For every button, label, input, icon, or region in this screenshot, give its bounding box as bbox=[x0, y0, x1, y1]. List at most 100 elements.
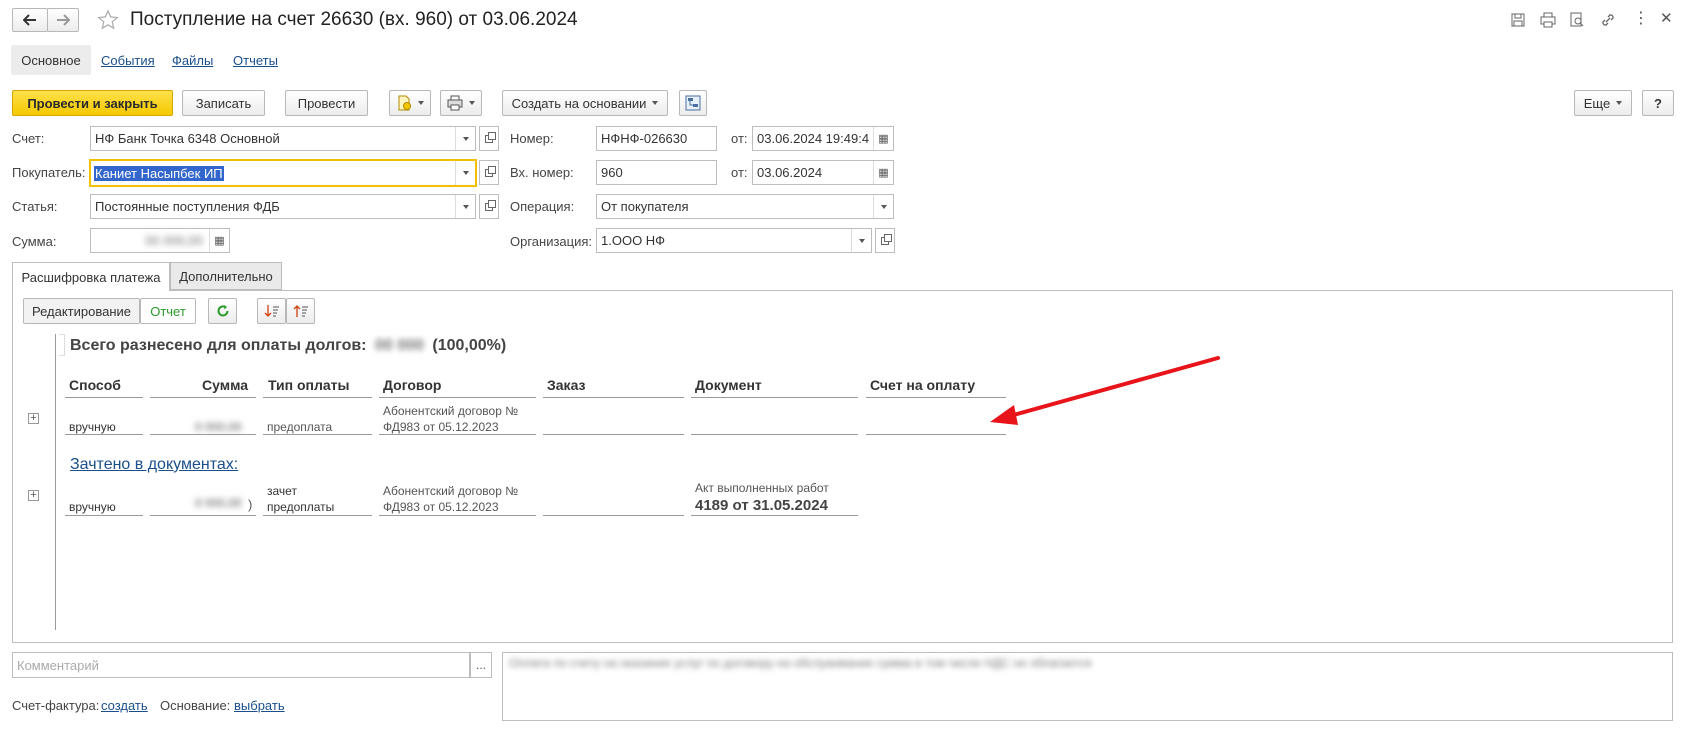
report-mode-button[interactable]: Отчет bbox=[140, 298, 196, 324]
printer-icon bbox=[447, 95, 463, 111]
summary-line: Всего разнесено для оплаты долгов: 00 00… bbox=[70, 337, 507, 354]
in-number-field[interactable]: 960 bbox=[596, 160, 717, 185]
buyer-field[interactable]: Каниет Насыпбек ИП bbox=[89, 159, 477, 187]
preview-icon[interactable] bbox=[1569, 12, 1585, 28]
row-underline bbox=[691, 515, 858, 516]
sort-asc-button[interactable] bbox=[286, 298, 315, 324]
refresh-icon bbox=[217, 305, 228, 317]
tab-files[interactable]: Файлы bbox=[172, 53, 213, 68]
row-underline bbox=[866, 434, 1006, 435]
forward-button[interactable] bbox=[47, 8, 79, 32]
link-icon[interactable] bbox=[1600, 12, 1616, 28]
payment-purpose-box[interactable]: Оплата по счету на оказание услуг по дог… bbox=[502, 652, 1673, 721]
save-icon[interactable] bbox=[1510, 12, 1526, 28]
tab-main[interactable]: Основное bbox=[11, 45, 91, 75]
dropdown-icon[interactable] bbox=[455, 195, 475, 218]
open-icon bbox=[485, 199, 496, 211]
row2-sum-suffix: ) bbox=[248, 497, 253, 512]
col-contract: Договор bbox=[383, 377, 442, 393]
tab-reports[interactable]: Отчеты bbox=[233, 53, 278, 68]
tab-events[interactable]: События bbox=[101, 53, 155, 68]
refresh-button[interactable] bbox=[208, 298, 237, 324]
account-label: Счет: bbox=[12, 131, 45, 146]
row2-type-line1: зачет bbox=[267, 484, 297, 498]
report-scroll-edge bbox=[59, 334, 65, 356]
operation-label: Операция: bbox=[510, 199, 575, 214]
print-icon[interactable] bbox=[1540, 12, 1556, 28]
row1-sum: 0 000,00 bbox=[195, 420, 242, 434]
buyer-open-button[interactable] bbox=[479, 160, 499, 185]
col-payment-type: Тип оплаты bbox=[268, 377, 350, 393]
dropdown-icon[interactable] bbox=[455, 161, 475, 185]
arrow-right-icon bbox=[57, 14, 70, 26]
calendar-icon[interactable]: ▦ bbox=[873, 161, 893, 184]
expand-row-icon[interactable]: + bbox=[28, 490, 39, 501]
print-menu-button[interactable] bbox=[440, 90, 482, 116]
row1-type: предоплата bbox=[267, 420, 333, 434]
open-icon bbox=[881, 233, 892, 245]
invoice-create-link[interactable]: создать bbox=[101, 698, 148, 713]
number-date-label: от: bbox=[731, 131, 748, 146]
edit-mode-button[interactable]: Редактирование bbox=[23, 298, 140, 324]
post-button[interactable]: Провести bbox=[285, 90, 368, 116]
expand-row-icon[interactable]: + bbox=[28, 413, 39, 424]
close-icon[interactable]: ✕ bbox=[1660, 9, 1673, 27]
offset-in-documents-link[interactable]: Зачтено в документах: bbox=[70, 456, 238, 474]
article-open-button[interactable] bbox=[479, 194, 499, 219]
basis-select-link[interactable]: выбрать bbox=[234, 698, 285, 713]
star-icon[interactable] bbox=[97, 9, 119, 31]
col-document: Документ bbox=[695, 377, 762, 393]
header-underline bbox=[543, 397, 684, 398]
invoice-label: Счет-фактура: bbox=[12, 698, 100, 713]
comment-field[interactable]: Комментарий bbox=[12, 652, 470, 678]
row2-method: вручную bbox=[69, 500, 116, 514]
buyer-label: Покупатель: bbox=[12, 165, 86, 180]
chevron-down-icon bbox=[1616, 101, 1623, 105]
buyer-selected-text: Каниет Насыпбек ИП bbox=[94, 165, 224, 181]
sum-field[interactable]: 00 000,00 ▦ bbox=[90, 228, 230, 253]
structure-button[interactable] bbox=[679, 90, 707, 116]
col-invoice: Счет на оплату bbox=[870, 377, 976, 393]
chevron-down-icon bbox=[469, 101, 475, 105]
red-arrow-icon bbox=[990, 356, 1220, 425]
row-underline bbox=[543, 515, 684, 516]
basis-label: Основание: bbox=[160, 698, 231, 713]
sort-ascending-icon bbox=[293, 305, 308, 317]
calculator-icon[interactable]: ▦ bbox=[209, 229, 229, 252]
open-icon bbox=[485, 165, 496, 177]
dropdown-icon[interactable] bbox=[455, 127, 475, 150]
in-number-date-field[interactable]: 03.06.2024 ▦ bbox=[752, 160, 894, 185]
attach-menu-button[interactable] bbox=[389, 90, 431, 116]
number-field[interactable]: НФНФ-026630 bbox=[596, 126, 717, 151]
row-underline bbox=[65, 434, 143, 435]
header-underline bbox=[263, 397, 372, 398]
number-date-field[interactable]: 03.06.2024 19:49:4 ▦ bbox=[752, 126, 894, 151]
dropdown-icon[interactable] bbox=[873, 195, 893, 218]
tab-additional[interactable]: Дополнительно bbox=[170, 262, 282, 290]
row-underline bbox=[263, 515, 372, 516]
org-open-button[interactable] bbox=[875, 228, 895, 253]
arrow-left-icon bbox=[23, 14, 36, 26]
post-and-close-button[interactable]: Провести и закрыть bbox=[12, 90, 173, 116]
article-field[interactable]: Постоянные поступления ФДБ bbox=[90, 194, 476, 219]
help-button[interactable]: ? bbox=[1642, 90, 1674, 116]
back-button[interactable] bbox=[12, 8, 48, 32]
row1-contract-line2: ФД983 от 05.12.2023 bbox=[383, 420, 499, 434]
row1-method: вручную bbox=[69, 420, 116, 434]
org-field[interactable]: 1.ООО НФ bbox=[596, 228, 872, 253]
more-icon[interactable]: ⋮ bbox=[1633, 8, 1649, 28]
sort-desc-button[interactable] bbox=[257, 298, 286, 324]
account-field[interactable]: НФ Банк Точка 6348 Основной bbox=[90, 126, 476, 151]
create-based-on-button[interactable]: Создать на основании bbox=[502, 90, 668, 116]
comment-ellipsis-button[interactable]: ... bbox=[470, 652, 492, 678]
more-button[interactable]: Еще bbox=[1574, 90, 1632, 116]
tab-payment-breakdown[interactable]: Расшифровка платежа bbox=[12, 262, 170, 291]
dropdown-icon[interactable] bbox=[851, 229, 871, 252]
save-button[interactable]: Записать bbox=[182, 90, 265, 116]
calendar-icon[interactable]: ▦ bbox=[873, 127, 893, 150]
account-open-button[interactable] bbox=[479, 126, 499, 151]
sort-descending-icon bbox=[264, 305, 279, 317]
article-label: Статья: bbox=[12, 199, 58, 214]
report-vertical-divider bbox=[55, 334, 56, 630]
operation-field[interactable]: От покупателя bbox=[596, 194, 894, 219]
